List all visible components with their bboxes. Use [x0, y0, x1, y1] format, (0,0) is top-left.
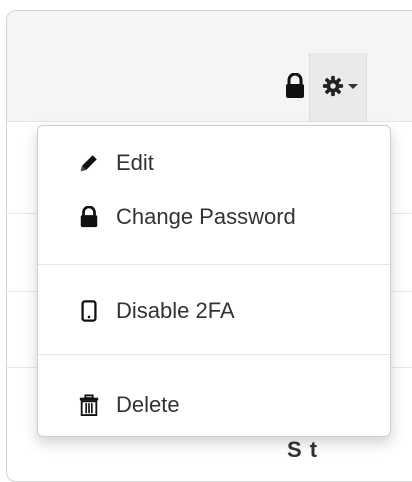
mobile-phone-icon — [81, 300, 97, 322]
trash-icon — [79, 394, 99, 416]
lock-button[interactable] — [283, 72, 307, 99]
menu-item-label: Change Password — [116, 204, 296, 229]
chevron-down-icon — [348, 84, 358, 89]
pencil-icon — [80, 155, 97, 172]
menu-divider — [38, 264, 390, 265]
menu-item-disable-2fa[interactable]: Disable 2FA — [38, 292, 390, 330]
background-heading-partial: S t — [287, 437, 319, 462]
gear-icon — [322, 75, 344, 97]
menu-divider — [38, 354, 390, 355]
menu-item-label: Edit — [116, 150, 154, 175]
settings-dropdown-menu: Edit Change Password Disable 2FA Delete — [37, 125, 391, 437]
settings-dropdown-button[interactable] — [309, 53, 367, 121]
menu-item-label: Disable 2FA — [116, 298, 235, 323]
menu-item-delete[interactable]: Delete — [38, 386, 390, 424]
lock-icon — [286, 72, 304, 98]
menu-item-edit[interactable]: Edit — [38, 144, 390, 182]
menu-item-label: Delete — [116, 392, 180, 417]
lock-icon — [80, 206, 98, 228]
menu-item-change-password[interactable]: Change Password — [38, 198, 390, 236]
